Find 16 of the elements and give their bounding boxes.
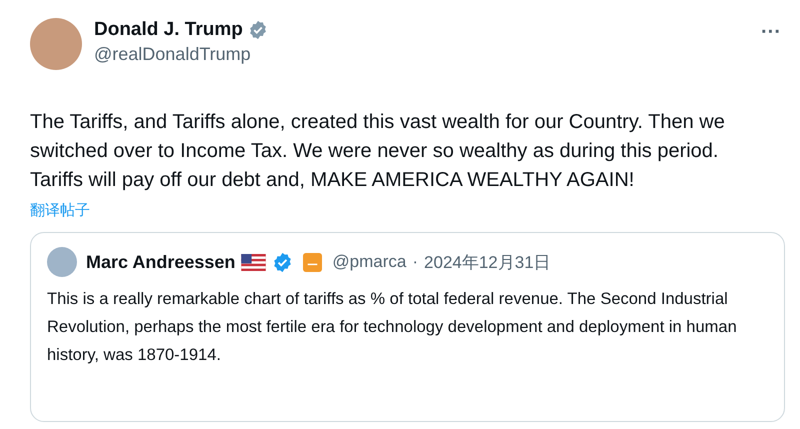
verified-badge-icon	[248, 20, 268, 40]
avatar-photo-placeholder[interactable]	[30, 18, 82, 70]
author-name[interactable]: Donald J. Trump	[94, 19, 243, 41]
author-handle[interactable]: @realDonaldTrump	[94, 44, 268, 65]
affiliation-logo-icon	[303, 252, 322, 272]
quoted-author-name[interactable]: Marc Andreessen	[86, 252, 236, 272]
quoted-post-card[interactable]	[30, 232, 785, 422]
flag-icon	[241, 254, 266, 270]
avatar-placeholder[interactable]	[47, 247, 77, 277]
quoted-author-handle[interactable]: @pmarca	[332, 252, 406, 272]
verified-badge-icon	[272, 252, 294, 272]
separator-dot: ·	[412, 252, 418, 272]
quoted-post-text: This is a really remarkable chart of tariffs as % of total federal revenue. The Second Industrial Revolution, perhaps the most fertile era for technology development and deployment in human history, was 1870-1914.	[47, 289, 738, 366]
post-text: The Tariffs, and Tariffs alone, created this vast wealth for our Country. Then we switched over to Income Tax. We were never so wealthy as during this period. Tariffs will pay off our debt and, MAKE AMERICA WEALTHY AGAIN!	[30, 110, 726, 193]
post-date[interactable]: 2024年12月31日	[424, 250, 551, 274]
more-options-button[interactable]: ···	[757, 22, 785, 42]
